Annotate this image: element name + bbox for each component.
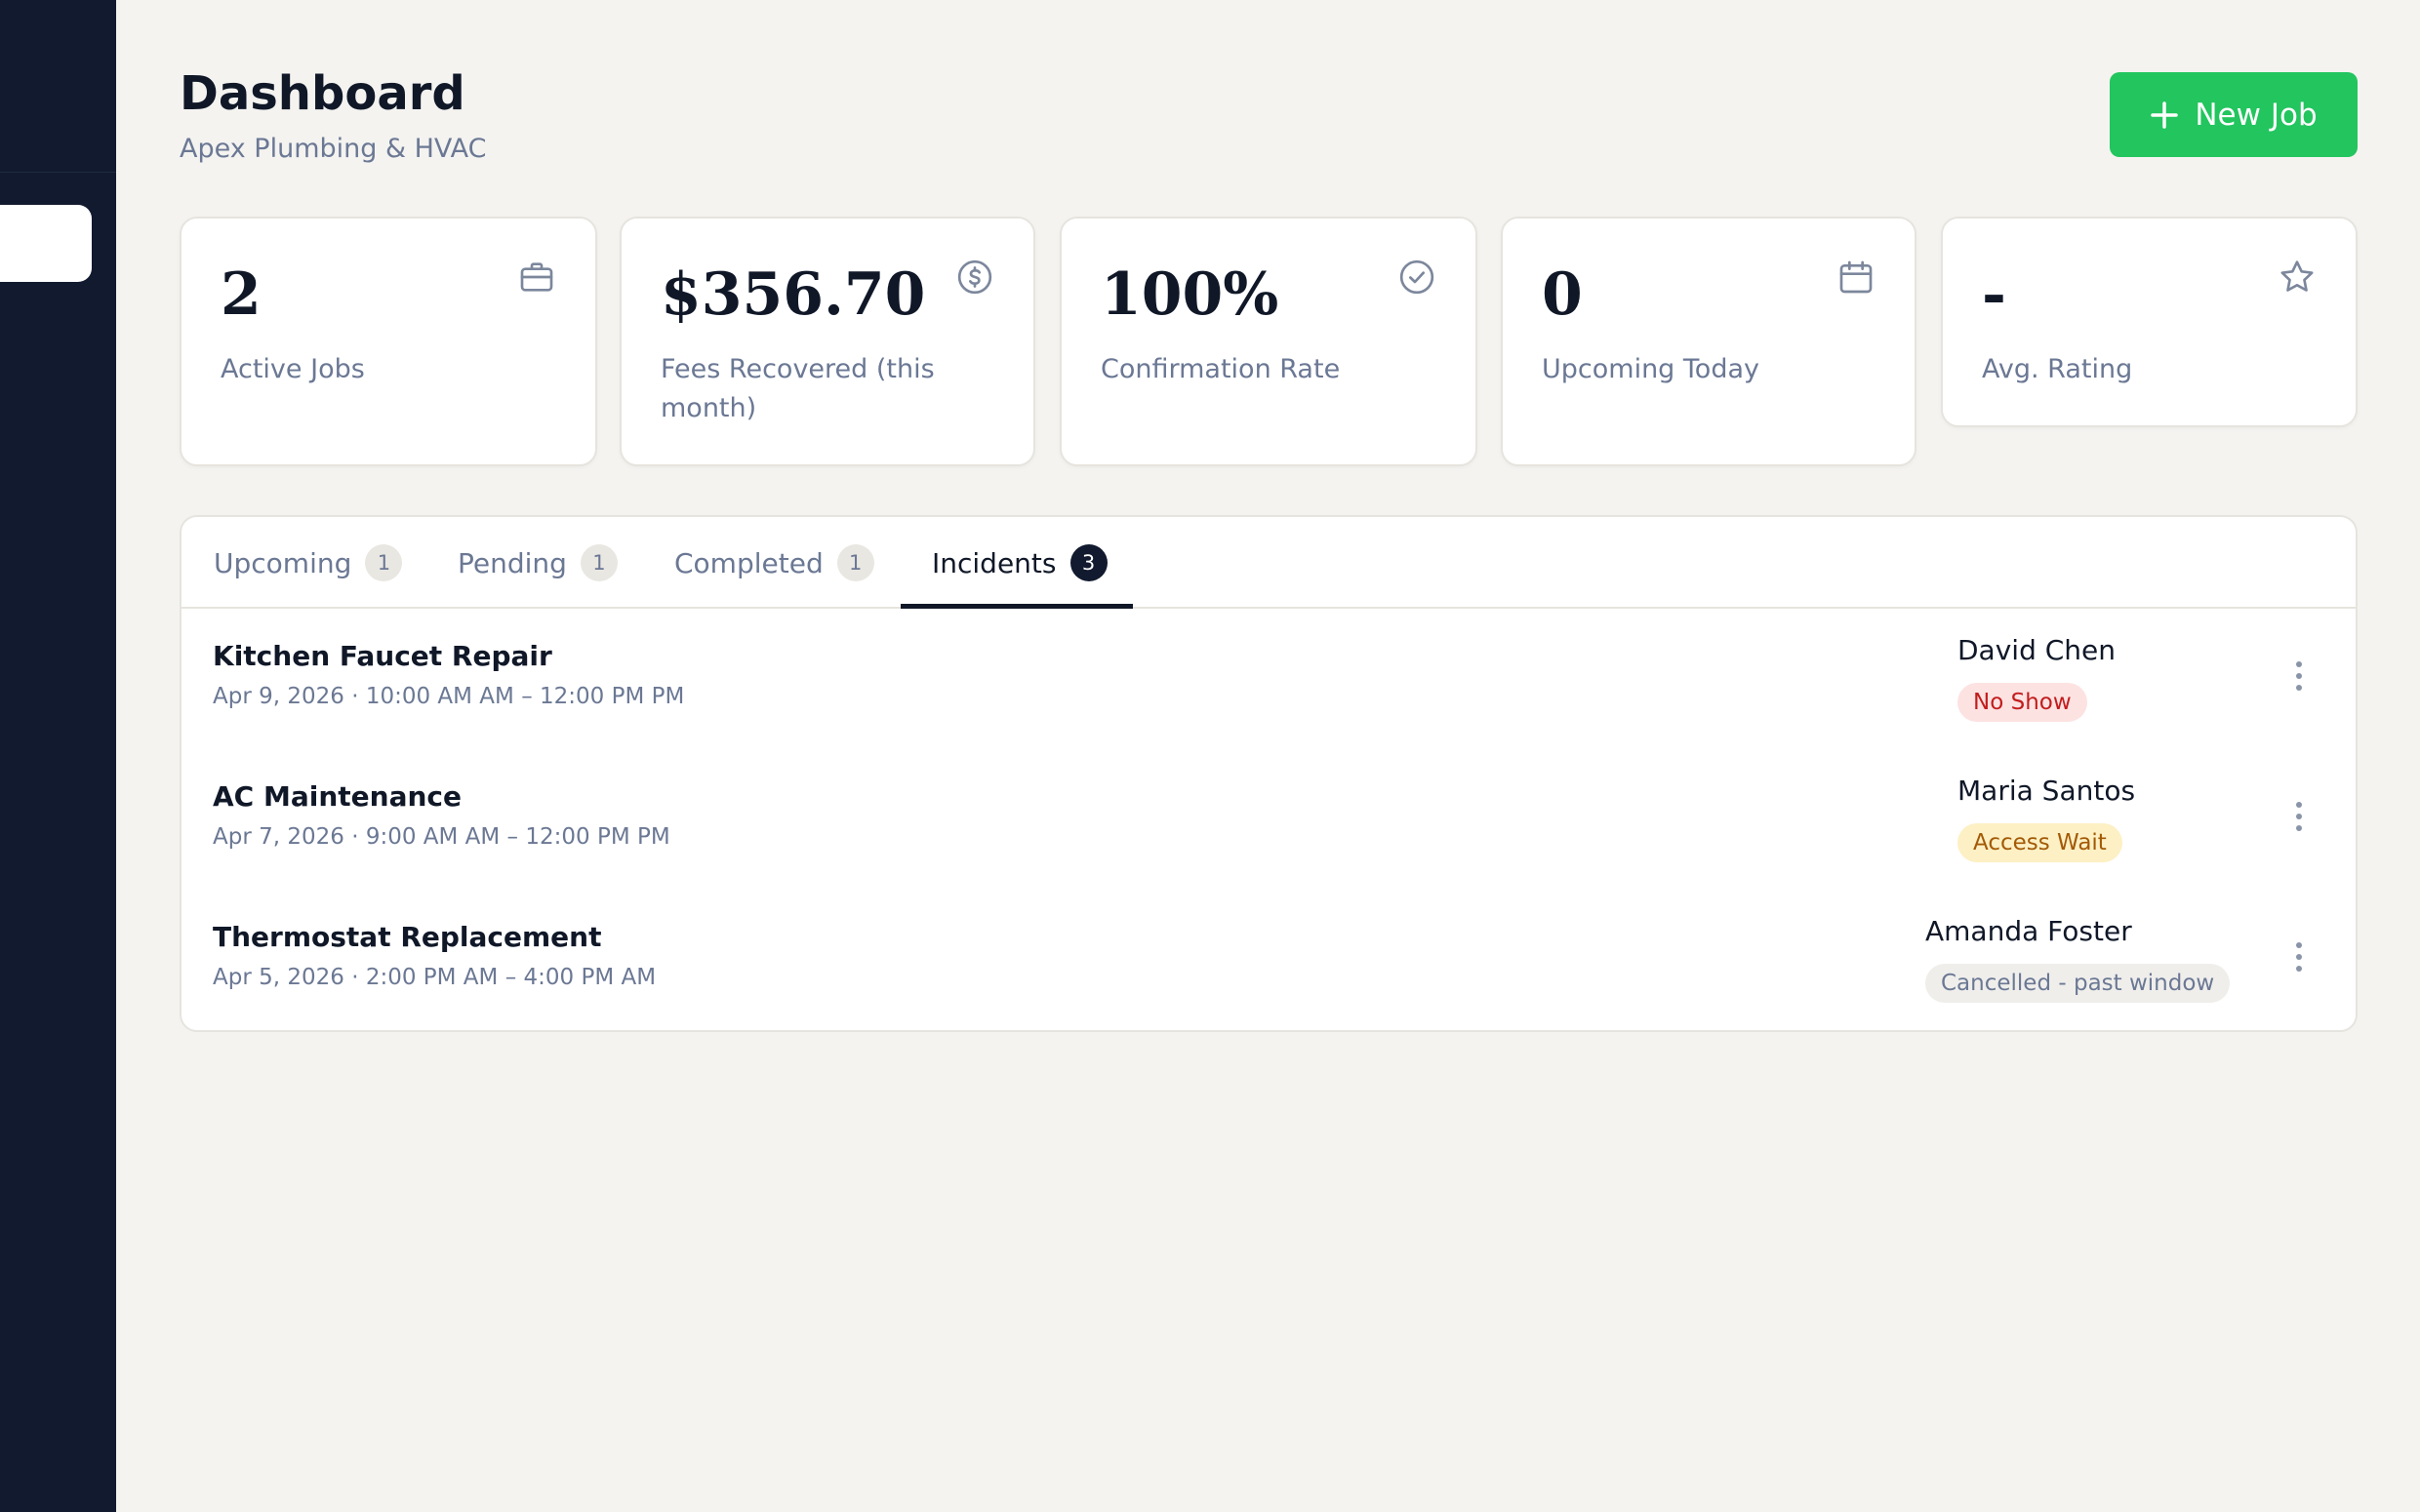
dollar-circle-icon	[955, 258, 994, 297]
more-options-button[interactable]	[2279, 794, 2319, 839]
plus-icon	[2151, 100, 2179, 129]
tab-label: Completed	[674, 546, 824, 579]
tab-bar: Upcoming 1 Pending 1 Completed 1 Inciden…	[182, 517, 2356, 609]
more-vertical-icon	[2296, 802, 2302, 831]
tab-label: Incidents	[932, 546, 1057, 579]
tab-count-badge: 1	[580, 544, 618, 581]
job-title: Thermostat Replacement	[213, 921, 602, 953]
tab-pending[interactable]: Pending 1	[458, 517, 618, 609]
tab-completed[interactable]: Completed 1	[674, 517, 874, 609]
jobs-panel: Upcoming 1 Pending 1 Completed 1 Inciden…	[180, 515, 2358, 1032]
tab-incidents[interactable]: Incidents 3	[932, 517, 1108, 609]
stat-value: 0	[1542, 260, 1583, 329]
new-job-label: New Job	[2195, 97, 2318, 133]
status-badge: Access Wait	[1957, 823, 2122, 862]
stat-value: -	[1982, 260, 2006, 329]
stat-label: Avg. Rating	[1982, 354, 2133, 384]
tab-label: Upcoming	[214, 546, 352, 579]
customer-name: David Chen	[1957, 634, 2117, 666]
job-title: AC Maintenance	[213, 780, 462, 813]
status-badge: Cancelled - past window	[1925, 964, 2231, 1003]
customer-name: Amanda Foster	[1925, 915, 2132, 947]
stat-label: Fees Recovered (this month)	[661, 354, 935, 423]
stat-value: 100%	[1101, 260, 1279, 329]
more-vertical-icon	[2296, 942, 2302, 972]
page-subtitle: Apex Plumbing & HVAC	[180, 134, 487, 164]
more-options-button[interactable]	[2279, 935, 2319, 979]
stat-card-upcoming-today: 0 Upcoming Today	[1501, 217, 1916, 466]
stat-value: 2	[221, 260, 262, 329]
tab-count-badge: 1	[836, 544, 874, 581]
calendar-icon	[1836, 258, 1876, 297]
stat-label: Confirmation Rate	[1101, 354, 1341, 384]
job-schedule: Apr 9, 2026 · 10:00 AM AM – 12:00 PM PM	[213, 684, 685, 709]
stat-card-avg-rating: - Avg. Rating	[1941, 217, 2358, 427]
more-vertical-icon	[2296, 661, 2302, 691]
sidebar-item-active[interactable]	[0, 205, 92, 282]
tab-count-badge: 1	[365, 544, 403, 581]
stat-label: Upcoming Today	[1542, 354, 1759, 384]
new-job-button[interactable]: New Job	[2110, 72, 2358, 157]
star-icon	[2278, 258, 2317, 297]
tab-upcoming[interactable]: Upcoming 1	[214, 517, 403, 609]
incident-row[interactable]: Kitchen Faucet Repair Apr 9, 2026 · 10:0…	[182, 609, 2356, 749]
stat-value: $356.70	[661, 260, 926, 329]
tab-count-badge: 3	[1069, 544, 1108, 581]
job-title: Kitchen Faucet Repair	[213, 640, 552, 672]
check-circle-icon	[1397, 258, 1436, 297]
more-options-button[interactable]	[2279, 654, 2319, 698]
stat-card-fees-recovered: $356.70 Fees Recovered (this month)	[620, 217, 1035, 466]
customer-name: Maria Santos	[1957, 775, 2136, 807]
incident-row[interactable]: AC Maintenance Apr 7, 2026 · 9:00 AM AM …	[182, 749, 2356, 890]
incident-row[interactable]: Thermostat Replacement Apr 5, 2026 · 2:0…	[182, 890, 2356, 1030]
page-title: Dashboard	[180, 66, 465, 121]
stat-card-active-jobs: 2 Active Jobs	[180, 217, 597, 466]
sidebar-divider	[0, 172, 116, 173]
tab-label: Pending	[458, 546, 567, 579]
sidebar	[0, 0, 116, 1512]
job-schedule: Apr 7, 2026 · 9:00 AM AM – 12:00 PM PM	[213, 824, 670, 850]
stat-label: Active Jobs	[221, 354, 365, 384]
status-badge: No Show	[1957, 683, 2087, 722]
job-schedule: Apr 5, 2026 · 2:00 PM AM – 4:00 PM AM	[213, 965, 657, 990]
briefcase-icon	[517, 258, 556, 297]
stat-card-confirmation-rate: 100% Confirmation Rate	[1060, 217, 1477, 466]
